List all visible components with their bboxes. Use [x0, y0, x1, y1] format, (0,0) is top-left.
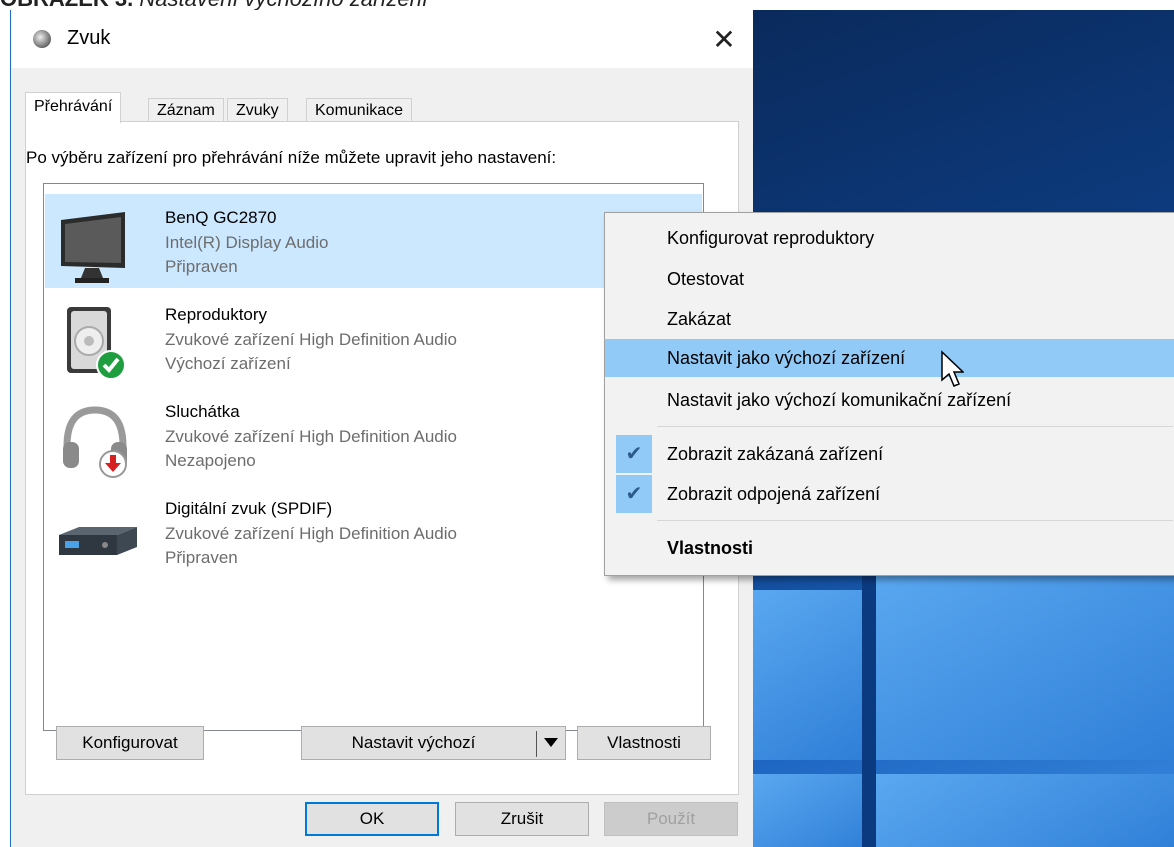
- set-default-split-button[interactable]: Nastavit výchozí: [301, 726, 566, 760]
- tab-communications[interactable]: Komunikace: [306, 98, 413, 123]
- figure-caption: OBRÁZEK 3. Nastavení výchozího zařízení: [0, 0, 428, 11]
- device-status: Nezapojeno: [165, 451, 256, 470]
- window-logo-pane: [876, 774, 1174, 847]
- device-description: Zvukové zařízení High Definition Audio: [165, 524, 457, 543]
- window-logo-pane: [752, 774, 862, 847]
- device-status: Připraven: [165, 548, 238, 567]
- device-name: Sluchátka: [165, 402, 240, 421]
- set-default-label: Nastavit výchozí: [351, 733, 476, 752]
- instruction-text: Po výběru zařízení pro přehrávání níže m…: [26, 148, 557, 167]
- menu-item-configure-speakers[interactable]: Konfigurovat reproduktory: [605, 219, 1174, 257]
- menu-item-disable[interactable]: Zakázat: [605, 300, 1174, 338]
- monitor-icon: [61, 212, 125, 283]
- window-logo-pane: [752, 590, 862, 760]
- menu-item-properties[interactable]: Vlastnosti: [605, 529, 1174, 567]
- device-name: Reproduktory: [165, 305, 268, 324]
- menu-item-set-default-device[interactable]: Nastavit jako výchozí zařízení: [605, 339, 1174, 377]
- tab-sounds[interactable]: Zvuky: [227, 98, 288, 123]
- device-name: BenQ GC2870: [165, 208, 277, 227]
- window-title: Zvuk: [67, 27, 111, 49]
- device-description: Intel(R) Display Audio: [165, 233, 329, 252]
- tab-playback[interactable]: Přehrávání: [25, 92, 122, 123]
- menu-item-show-disconnected-devices[interactable]: ✔ Zobrazit odpojená zařízení: [605, 475, 1174, 513]
- window-logo-divider: [862, 550, 876, 847]
- headphones-icon: [63, 406, 127, 478]
- cancel-button[interactable]: Zrušit: [455, 802, 589, 836]
- apply-button[interactable]: Použít: [604, 802, 738, 836]
- title-bar: Zvuk ✕: [11, 10, 753, 68]
- device-status: Výchozí zařízení: [165, 354, 291, 373]
- dropdown-arrow-icon[interactable]: [544, 738, 558, 747]
- menu-separator: [657, 520, 1173, 521]
- checkmark-icon: ✔: [616, 435, 652, 473]
- close-button[interactable]: ✕: [695, 10, 753, 68]
- ok-button[interactable]: OK: [305, 802, 439, 836]
- checkmark-icon: ✔: [616, 475, 652, 513]
- split-divider: [536, 731, 537, 757]
- digital-audio-device-icon: [59, 527, 137, 555]
- window-logo-pane: [876, 570, 1174, 760]
- menu-item-set-default-communication-device[interactable]: Nastavit jako výchozí komunikační zaříze…: [605, 381, 1174, 419]
- menu-separator: [657, 426, 1173, 427]
- menu-item-show-disabled-devices[interactable]: ✔ Zobrazit zakázaná zařízení: [605, 435, 1174, 473]
- properties-button[interactable]: Vlastnosti: [577, 726, 711, 760]
- speaker-app-icon: [33, 30, 51, 48]
- device-name: Digitální zvuk (SPDIF): [165, 499, 333, 518]
- device-status: Připraven: [165, 257, 238, 276]
- device-description: Zvukové zařízení High Definition Audio: [165, 330, 457, 349]
- menu-item-test[interactable]: Otestovat: [605, 260, 1174, 298]
- context-menu: Konfigurovat reproduktory Otestovat Zaká…: [604, 212, 1174, 576]
- configure-button[interactable]: Konfigurovat: [56, 726, 204, 760]
- mouse-cursor-icon: [941, 350, 964, 387]
- device-description: Zvukové zařízení High Definition Audio: [165, 427, 457, 446]
- speaker-icon: [67, 307, 126, 380]
- tab-recording[interactable]: Záznam: [148, 98, 224, 123]
